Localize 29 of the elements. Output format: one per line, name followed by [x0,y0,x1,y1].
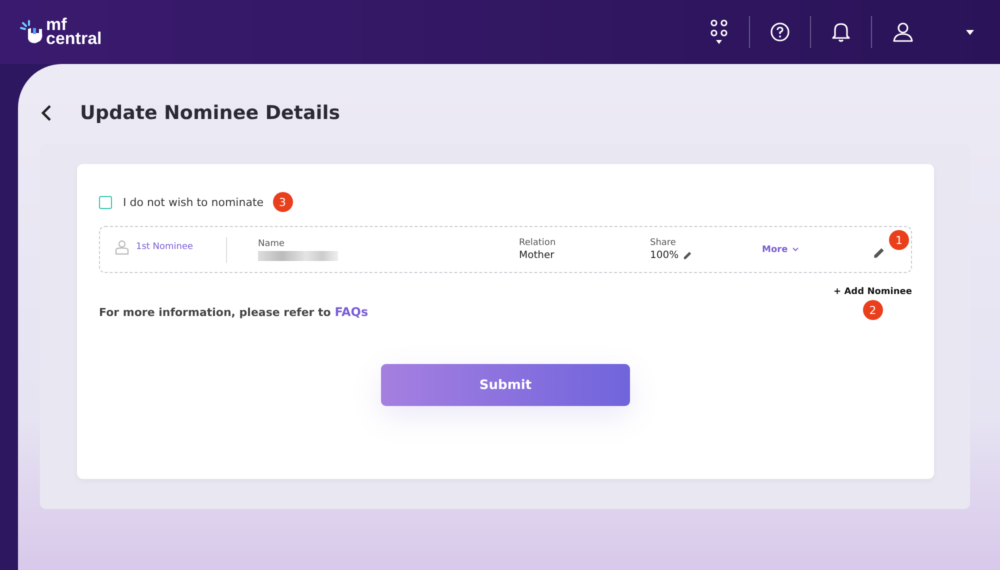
more-link[interactable]: More [762,244,788,254]
number-marker: 1 [889,230,909,250]
field-label: Share [650,238,677,248]
person-icon [114,238,130,254]
pencil-icon[interactable] [873,246,885,258]
caret-icon[interactable] [966,30,974,34]
apps-icon[interactable] [709,18,729,46]
nominee-ordinal: 1st Nominee [136,242,194,252]
number-marker: 3 [272,192,293,212]
user-icon[interactable] [892,21,914,43]
bell-icon[interactable] [831,21,851,43]
page-title: Update Nominee Details [80,102,340,124]
field-label: Name [258,238,286,248]
submit-button[interactable]: Submit [381,364,630,406]
add-nominee-link[interactable]: + Add Nominee [834,287,912,297]
pencil-icon[interactable] [682,251,692,260]
logo-text: mf [46,18,67,32]
checkbox-label: I do not wish to nominate [123,196,264,208]
hand-logo-icon [20,19,44,45]
info-text: For more information, please refer to FAQs [99,305,368,319]
chevron-icon [792,247,799,252]
checkbox[interactable] [99,196,112,208]
field-value: Mother [519,250,556,261]
field-label: Relation [519,238,557,248]
help-icon[interactable] [770,22,790,42]
field-value: 100% [650,250,679,261]
faqs-link[interactable]: FAQs [334,305,368,319]
logo-text: central [46,32,102,46]
number-marker: 2 [862,300,883,320]
